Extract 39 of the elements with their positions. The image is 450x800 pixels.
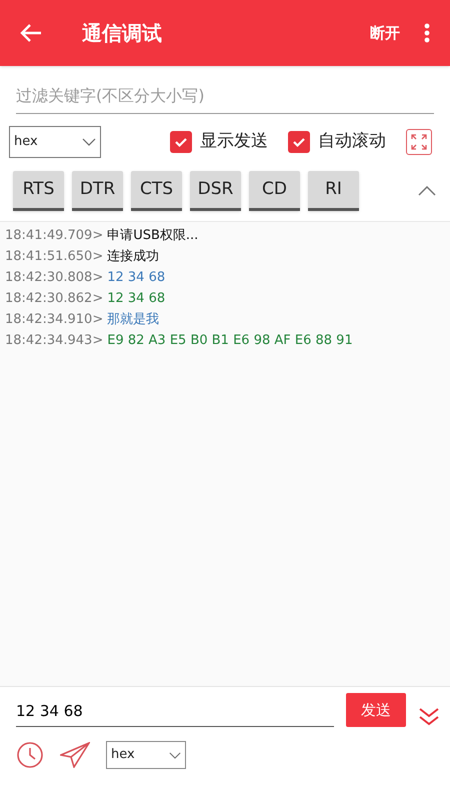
log-timestamp: 18:41:51.650> [5, 248, 104, 266]
format-dropdown[interactable]: hex [9, 126, 101, 158]
signal-button[interactable]: DSR [190, 171, 241, 211]
send-format-dropdown[interactable]: hex [106, 741, 186, 769]
clock-icon[interactable] [16, 741, 44, 769]
log-message: E9 82 A3 E5 B0 B1 E6 98 AF E6 88 91 [107, 332, 353, 350]
chevron-down-icon [82, 138, 96, 146]
checkbox[interactable] [288, 131, 310, 153]
log-message: 12 34 68 [107, 290, 166, 308]
checkbox[interactable] [170, 131, 192, 153]
message-field[interactable]: 12 34 68 [16, 695, 334, 727]
window-title: 通信调试 [82, 20, 162, 47]
signal-button[interactable]: RI [308, 171, 359, 211]
more-icon[interactable] [424, 23, 430, 43]
log-message: 12 34 68 [107, 268, 166, 287]
log-timestamp: 18:42:30.862> [5, 290, 104, 308]
log-timestamp: 18:42:34.943> [5, 332, 104, 350]
log-message: 连接成功 [107, 248, 160, 266]
signal-button[interactable]: RTS [13, 171, 64, 211]
checkbox-label: 自动滚动 [318, 130, 386, 154]
back-icon[interactable] [20, 23, 42, 43]
fullscreen-button[interactable] [406, 129, 432, 155]
checkbox-label: 显示发送 [200, 130, 268, 154]
filter-field[interactable]: 过滤关键字(不区分大小写) [16, 78, 434, 114]
signal-button[interactable]: DTR [72, 171, 123, 211]
disconnect-button[interactable]: 断开 [370, 22, 400, 44]
send-button[interactable]: 发送 [346, 693, 406, 727]
log-timestamp: 18:42:34.910> [5, 310, 104, 329]
chevron-down-icon [169, 752, 181, 758]
collapse-icon[interactable] [418, 186, 436, 196]
paper-plane-icon[interactable] [60, 742, 90, 768]
log-timestamp: 18:41:49.709> [5, 226, 104, 245]
log-message: 申请USB权限... [107, 226, 198, 245]
chevron-double-down-icon[interactable] [418, 707, 440, 727]
expand-icon [410, 133, 428, 151]
signal-button[interactable]: CTS [131, 171, 182, 211]
signal-button[interactable]: CD [249, 171, 300, 211]
log-timestamp: 18:42:30.808> [5, 268, 104, 287]
log-message: 那就是我 [107, 310, 160, 329]
